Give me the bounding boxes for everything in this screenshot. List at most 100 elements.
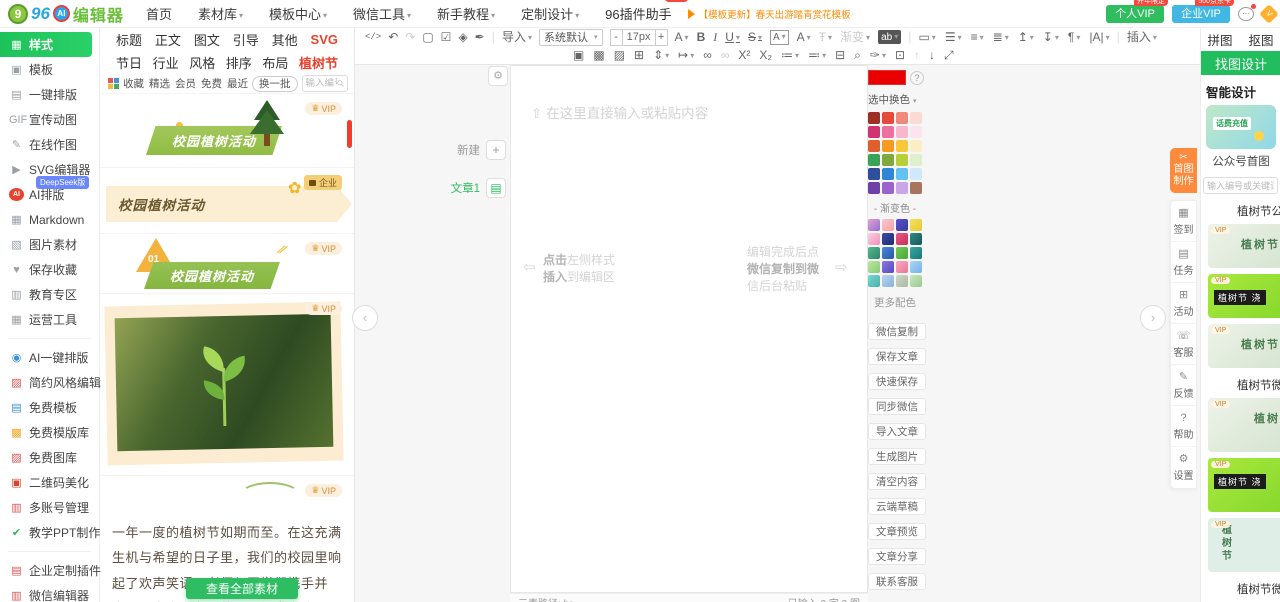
generate-image-button[interactable]: 生成图片: [868, 448, 926, 465]
color-swatch[interactable]: [910, 154, 922, 166]
sidebar-item-enterprise-plugin[interactable]: ▤ 企业定制插件: [0, 558, 101, 583]
color-swatch[interactable]: [882, 154, 894, 166]
eraser-icon[interactable]: ◈: [458, 29, 467, 45]
sidebar-item-free-image-library[interactable]: ▨ 免费图库: [0, 445, 99, 470]
insert-dropdown[interactable]: 插入: [1127, 29, 1157, 46]
tab-industry[interactable]: 行业: [153, 53, 179, 72]
sidebar-item-multi-account[interactable]: ▥ 多账号管理: [0, 495, 99, 520]
cover-card-bright-2[interactable]: VIP 植树节 浇: [1208, 458, 1280, 512]
more-colors-link[interactable]: 更多配色: [868, 295, 922, 310]
sidebar-item-online-drawing[interactable]: ✎ 在线作图: [0, 132, 99, 157]
table-icon[interactable]: ⊞: [634, 47, 644, 63]
wechat-copy-button[interactable]: 微信复制: [868, 323, 926, 340]
tab-sort[interactable]: 排序: [226, 53, 252, 72]
float-item-feedback[interactable]: ✎ 反馈: [1171, 365, 1196, 406]
paste-icon[interactable]: ⊟: [835, 47, 845, 63]
gradient-swatch[interactable]: [868, 261, 880, 273]
nav-wechat-tools[interactable]: 微信工具: [353, 4, 411, 23]
color-swatch[interactable]: [896, 140, 908, 152]
sync-wechat-button[interactable]: 同步微信: [868, 398, 926, 415]
change-batch-button[interactable]: 换一批: [252, 75, 298, 92]
gradient-swatch[interactable]: [882, 247, 894, 259]
article-preview-button[interactable]: 文章预览: [868, 523, 926, 540]
quick-save-button[interactable]: 快速保存: [868, 373, 926, 390]
announcement-link[interactable]: 【模板更新】春天出游踏青赏花模板: [687, 7, 851, 21]
gradient-swatch[interactable]: [896, 233, 908, 245]
filter-free[interactable]: 免费: [201, 76, 222, 91]
gradient-swatch[interactable]: [910, 219, 922, 231]
scrollbar-thumb[interactable]: [347, 120, 352, 148]
ordered-list-icon[interactable]: ≔: [781, 47, 799, 64]
color-swatch[interactable]: [868, 140, 880, 152]
line-height-icon[interactable]: ⇕: [653, 47, 669, 64]
unordered-list-icon[interactable]: ≕: [808, 47, 826, 64]
gradient-swatch[interactable]: [896, 275, 908, 287]
ai-wand-icon[interactable]: ✑: [870, 47, 886, 64]
italic-icon[interactable]: I: [713, 29, 717, 45]
cover-card-watercolor-2[interactable]: VIP 植树节: [1208, 324, 1280, 368]
sidebar-item-simple-style-editor[interactable]: ▨ 简约风格编辑: [0, 370, 101, 395]
image-icon[interactable]: ▣: [573, 47, 584, 63]
color-swatch[interactable]: [910, 126, 922, 138]
sidebar-item-image-material[interactable]: ▧ 图片素材: [0, 232, 99, 257]
color-swatch[interactable]: [882, 126, 894, 138]
smart-design-card[interactable]: 话费充值: [1206, 105, 1276, 149]
clear-content-button[interactable]: 清空内容: [868, 473, 926, 490]
sidebar-item-operation-tools[interactable]: ▦ 运营工具: [0, 307, 99, 332]
unlink-icon[interactable]: ∞: [721, 47, 730, 63]
new-doc-icon[interactable]: ▢: [422, 29, 433, 45]
align-center-icon[interactable]: ≣: [993, 29, 1009, 46]
gradient-swatch[interactable]: [868, 247, 880, 259]
color-swatch[interactable]: [882, 182, 894, 194]
gradient-swatch[interactable]: [882, 261, 894, 273]
sidebar-item-one-click-layout[interactable]: ▤ 一键排版: [0, 82, 99, 107]
enterprise-vip-button[interactable]: 企业VIP 500京东卡: [1172, 0, 1234, 23]
collapse-left-panel-button[interactable]: ‹: [352, 305, 378, 331]
tab-body[interactable]: 正文: [155, 30, 181, 49]
float-item-settings[interactable]: ⚙ 设置: [1171, 447, 1196, 488]
color-swatch[interactable]: [896, 112, 908, 124]
view-all-materials-button[interactable]: 查看全部素材: [186, 578, 298, 599]
html-source-icon[interactable]: </>: [365, 29, 381, 45]
gradient-swatch[interactable]: [910, 233, 922, 245]
sidebar-item-teaching-ppt[interactable]: ✔ 教学PPT制作: [0, 520, 100, 545]
gradient-swatch[interactable]: [896, 219, 908, 231]
undo-icon[interactable]: ↶: [388, 29, 398, 45]
sidebar-item-education-zone[interactable]: ▥ 教育专区: [0, 282, 99, 307]
gradient-swatch[interactable]: [882, 219, 894, 231]
border-icon[interactable]: ▭: [918, 29, 935, 46]
template-card-banner-arrow[interactable]: 企业 校园植树活动 ✿: [100, 168, 354, 234]
letter-spacing-icon[interactable]: Ŧ: [819, 29, 832, 46]
sidebar-item-wechat-editor[interactable]: ▥ 微信编辑器: [0, 583, 99, 602]
underline-icon[interactable]: U: [725, 29, 740, 46]
text-effect-icon[interactable]: A: [797, 29, 811, 46]
import-dropdown[interactable]: 导入: [502, 29, 532, 46]
gradient-swatch[interactable]: [896, 261, 908, 273]
color-swatch[interactable]: [896, 182, 908, 194]
color-swatch[interactable]: [910, 112, 922, 124]
gradient-icon[interactable]: 渐变: [840, 29, 870, 46]
cover-card-watercolor-3[interactable]: VIP 植树: [1208, 398, 1280, 452]
float-item-checkin[interactable]: ▦ 签到: [1171, 201, 1196, 242]
float-item-support[interactable]: ☏ 客服: [1171, 324, 1196, 365]
tab-arbor-day[interactable]: 植树节: [299, 53, 338, 72]
contact-support-button[interactable]: 联系客服: [868, 573, 926, 590]
superscript-icon[interactable]: X²: [738, 47, 750, 63]
template-card-banner-number[interactable]: ♛ VIP 01 校园植树活动 ⁄⁄: [100, 234, 354, 294]
sidebar-item-styles[interactable]: ▦ 样式: [0, 32, 92, 57]
nav-custom-design[interactable]: 定制设计: [521, 4, 579, 23]
nav-material-library[interactable]: 素材库: [198, 4, 243, 23]
color-swatch[interactable]: [882, 140, 894, 152]
check-doc-icon[interactable]: ☑: [441, 29, 452, 45]
char-spacing-icon[interactable]: |A|: [1089, 29, 1109, 46]
filter-favorites[interactable]: 收藏: [123, 76, 144, 91]
color-swatch[interactable]: [896, 126, 908, 138]
gradient-swatch[interactable]: [882, 233, 894, 245]
tab-other[interactable]: 其他: [272, 30, 298, 49]
format-brush-icon[interactable]: ✒: [475, 29, 485, 45]
tab-image-text[interactable]: 图文: [194, 30, 220, 49]
color-swatch[interactable]: [910, 140, 922, 152]
sidebar-item-templates[interactable]: ▣ 模板: [0, 57, 99, 82]
personal-vip-button[interactable]: 个人VIP 开年限定: [1106, 0, 1168, 23]
tab-festival[interactable]: 节日: [116, 53, 142, 72]
